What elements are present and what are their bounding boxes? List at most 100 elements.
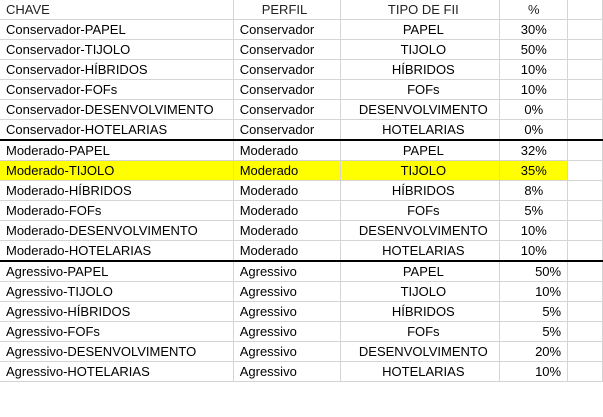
cell-chave[interactable]: Agressivo-DESENVOLVIMENTO: [0, 341, 234, 362]
cell-tipo[interactable]: FOFs: [340, 79, 501, 100]
cell-perfil[interactable]: Moderado: [233, 240, 342, 262]
cell-pct[interactable]: 50%: [499, 261, 569, 282]
empty-cell[interactable]: [567, 79, 603, 100]
empty-cell[interactable]: [567, 19, 603, 40]
header-cell-chave[interactable]: CHAVE: [0, 0, 234, 20]
table-row: Conservador-FOFs Conservador FOFs 10%: [0, 79, 603, 100]
cell-tipo[interactable]: PAPEL: [340, 19, 501, 40]
cell-perfil[interactable]: Agressivo: [233, 261, 342, 282]
cell-pct[interactable]: 30%: [499, 19, 569, 40]
cell-pct[interactable]: 32%: [499, 140, 569, 161]
cell-perfil[interactable]: Moderado: [233, 160, 342, 181]
cell-perfil[interactable]: Agressivo: [233, 341, 342, 362]
empty-cell[interactable]: [567, 59, 603, 80]
cell-perfil[interactable]: Conservador: [233, 19, 342, 40]
cell-pct[interactable]: 0%: [499, 119, 569, 141]
empty-cell[interactable]: [567, 321, 603, 342]
cell-pct[interactable]: 5%: [499, 301, 569, 322]
table-row: Agressivo-FOFs Agressivo FOFs 5%: [0, 321, 603, 342]
cell-perfil[interactable]: Conservador: [233, 39, 342, 60]
table-body: CHAVE PERFIL TIPO DE FII % Conservador-P…: [0, 0, 603, 382]
cell-pct[interactable]: 0%: [499, 99, 569, 120]
empty-cell[interactable]: [567, 200, 603, 221]
cell-perfil[interactable]: Agressivo: [233, 361, 342, 382]
cell-chave[interactable]: Moderado-FOFs: [0, 200, 234, 221]
cell-chave[interactable]: Conservador-PAPEL: [0, 19, 234, 40]
empty-cell[interactable]: [567, 220, 603, 241]
header-cell-perfil[interactable]: PERFIL: [233, 0, 342, 20]
cell-chave[interactable]: Moderado-HÍBRIDOS: [0, 180, 234, 201]
empty-cell[interactable]: [567, 119, 603, 141]
cell-pct[interactable]: 10%: [499, 361, 569, 382]
cell-tipo[interactable]: TIJOLO: [340, 281, 501, 302]
header-cell-pct[interactable]: %: [499, 0, 569, 20]
cell-pct[interactable]: 10%: [499, 79, 569, 100]
cell-tipo[interactable]: FOFs: [340, 200, 501, 221]
cell-pct[interactable]: 5%: [499, 200, 569, 221]
cell-pct[interactable]: 10%: [499, 240, 569, 262]
cell-pct[interactable]: 50%: [499, 39, 569, 60]
cell-tipo[interactable]: HOTELARIAS: [340, 240, 501, 262]
cell-pct[interactable]: 10%: [499, 220, 569, 241]
empty-cell[interactable]: [567, 140, 603, 161]
cell-pct[interactable]: 8%: [499, 180, 569, 201]
cell-pct[interactable]: 10%: [499, 59, 569, 80]
cell-perfil[interactable]: Conservador: [233, 59, 342, 80]
empty-cell[interactable]: [567, 261, 603, 282]
cell-perfil[interactable]: Moderado: [233, 200, 342, 221]
cell-tipo[interactable]: HÍBRIDOS: [340, 59, 501, 80]
cell-pct[interactable]: 5%: [499, 321, 569, 342]
cell-chave[interactable]: Agressivo-FOFs: [0, 321, 234, 342]
cell-pct[interactable]: 10%: [499, 281, 569, 302]
cell-perfil[interactable]: Agressivo: [233, 301, 342, 322]
empty-cell[interactable]: [567, 341, 603, 362]
cell-chave[interactable]: Conservador-HOTELARIAS: [0, 119, 234, 141]
cell-tipo[interactable]: HOTELARIAS: [340, 119, 501, 141]
empty-cell[interactable]: [567, 281, 603, 302]
cell-chave[interactable]: Conservador-HÍBRIDOS: [0, 59, 234, 80]
cell-tipo[interactable]: HOTELARIAS: [340, 361, 501, 382]
cell-tipo[interactable]: DESENVOLVIMENTO: [340, 99, 501, 120]
empty-cell[interactable]: [567, 240, 603, 262]
cell-chave[interactable]: Conservador-FOFs: [0, 79, 234, 100]
cell-tipo[interactable]: DESENVOLVIMENTO: [340, 220, 501, 241]
cell-pct[interactable]: 20%: [499, 341, 569, 362]
cell-perfil[interactable]: Conservador: [233, 119, 342, 141]
cell-perfil[interactable]: Conservador: [233, 99, 342, 120]
cell-chave[interactable]: Agressivo-HOTELARIAS: [0, 361, 234, 382]
table-row: Conservador-TIJOLO Conservador TIJOLO 50%: [0, 39, 603, 60]
cell-chave[interactable]: Moderado-HOTELARIAS: [0, 240, 234, 262]
cell-perfil[interactable]: Conservador: [233, 79, 342, 100]
empty-cell[interactable]: [567, 99, 603, 120]
empty-cell[interactable]: [567, 0, 603, 20]
cell-tipo[interactable]: TIJOLO: [340, 39, 501, 60]
cell-perfil[interactable]: Moderado: [233, 180, 342, 201]
cell-tipo[interactable]: DESENVOLVIMENTO: [340, 341, 501, 362]
cell-tipo[interactable]: HÍBRIDOS: [340, 180, 501, 201]
empty-cell[interactable]: [567, 180, 603, 201]
cell-chave[interactable]: Agressivo-HÍBRIDOS: [0, 301, 234, 322]
cell-perfil[interactable]: Agressivo: [233, 281, 342, 302]
cell-tipo[interactable]: FOFs: [340, 321, 501, 342]
empty-cell[interactable]: [567, 39, 603, 60]
empty-cell[interactable]: [567, 361, 603, 382]
cell-tipo[interactable]: PAPEL: [340, 261, 501, 282]
cell-chave[interactable]: Agressivo-TIJOLO: [0, 281, 234, 302]
cell-perfil[interactable]: Moderado: [233, 140, 342, 161]
cell-perfil[interactable]: Moderado: [233, 220, 342, 241]
cell-tipo[interactable]: PAPEL: [340, 140, 501, 161]
empty-cell[interactable]: [567, 301, 603, 322]
table-row: Agressivo-DESENVOLVIMENTO Agressivo DESENV…: [0, 341, 603, 362]
cell-chave[interactable]: Moderado-DESENVOLVIMENTO: [0, 220, 234, 241]
cell-chave[interactable]: Agressivo-PAPEL: [0, 261, 234, 282]
cell-pct[interactable]: 35%: [499, 160, 569, 181]
header-cell-tipo[interactable]: TIPO DE FII: [340, 0, 501, 20]
cell-tipo[interactable]: TIJOLO: [340, 160, 501, 181]
cell-perfil[interactable]: Agressivo: [233, 321, 342, 342]
cell-chave[interactable]: Conservador-TIJOLO: [0, 39, 234, 60]
cell-chave[interactable]: Conservador-DESENVOLVIMENTO: [0, 99, 234, 120]
cell-tipo[interactable]: HÍBRIDOS: [340, 301, 501, 322]
cell-chave[interactable]: Moderado-PAPEL: [0, 140, 234, 161]
cell-chave[interactable]: Moderado-TIJOLO: [0, 160, 234, 181]
empty-cell[interactable]: [567, 160, 603, 181]
